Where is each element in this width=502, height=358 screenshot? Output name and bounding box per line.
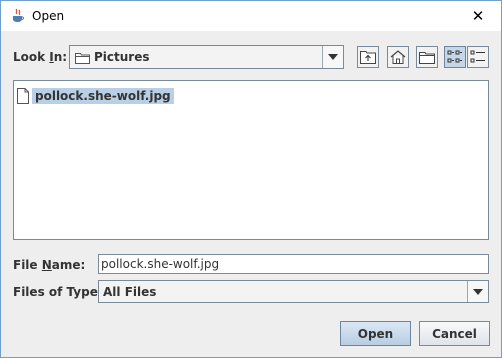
look-in-dropdown-button[interactable] [322, 46, 343, 68]
window-title: Open [32, 9, 65, 23]
title-bar: Open ✕ [1, 1, 501, 31]
list-item[interactable]: pollock.she-wolf.jpg [17, 87, 174, 105]
chevron-down-icon [473, 288, 483, 295]
open-button[interactable]: Open [340, 321, 411, 346]
list-view-button[interactable] [444, 46, 466, 68]
file-name-label: File Name: [13, 258, 86, 272]
home-icon [390, 50, 406, 64]
look-in-combo[interactable]: Pictures [69, 45, 344, 69]
file-name-text: pollock.she-wolf.jpg [32, 88, 174, 104]
java-coffee-icon [13, 8, 24, 22]
cancel-button[interactable]: Cancel [419, 321, 490, 346]
file-type-value: All Files [103, 285, 157, 299]
file-type-combo[interactable]: All Files [98, 280, 489, 303]
file-list[interactable]: pollock.she-wolf.jpg [13, 80, 489, 240]
open-dialog: Open ✕ Look In: Pictures pollock.she-wol… [0, 0, 502, 358]
close-icon: ✕ [471, 7, 485, 25]
list-view-icon [447, 50, 462, 63]
file-icon [17, 88, 29, 104]
details-view-button[interactable] [467, 46, 489, 68]
file-type-label: Files of Type: [13, 285, 103, 299]
look-in-value: Pictures [94, 50, 150, 64]
new-folder-icon [419, 52, 435, 64]
look-in-label: Look In: [13, 50, 68, 64]
folder-icon [75, 53, 90, 64]
close-button[interactable]: ✕ [455, 1, 501, 31]
file-name-input[interactable]: pollock.she-wolf.jpg [98, 254, 489, 274]
folder-up-icon [360, 51, 376, 64]
up-one-level-button[interactable] [357, 46, 379, 68]
chevron-down-icon [328, 54, 338, 60]
details-view-icon [470, 50, 485, 63]
home-button[interactable] [387, 46, 409, 68]
file-type-dropdown-button[interactable] [467, 281, 488, 302]
new-folder-button[interactable] [416, 46, 438, 68]
